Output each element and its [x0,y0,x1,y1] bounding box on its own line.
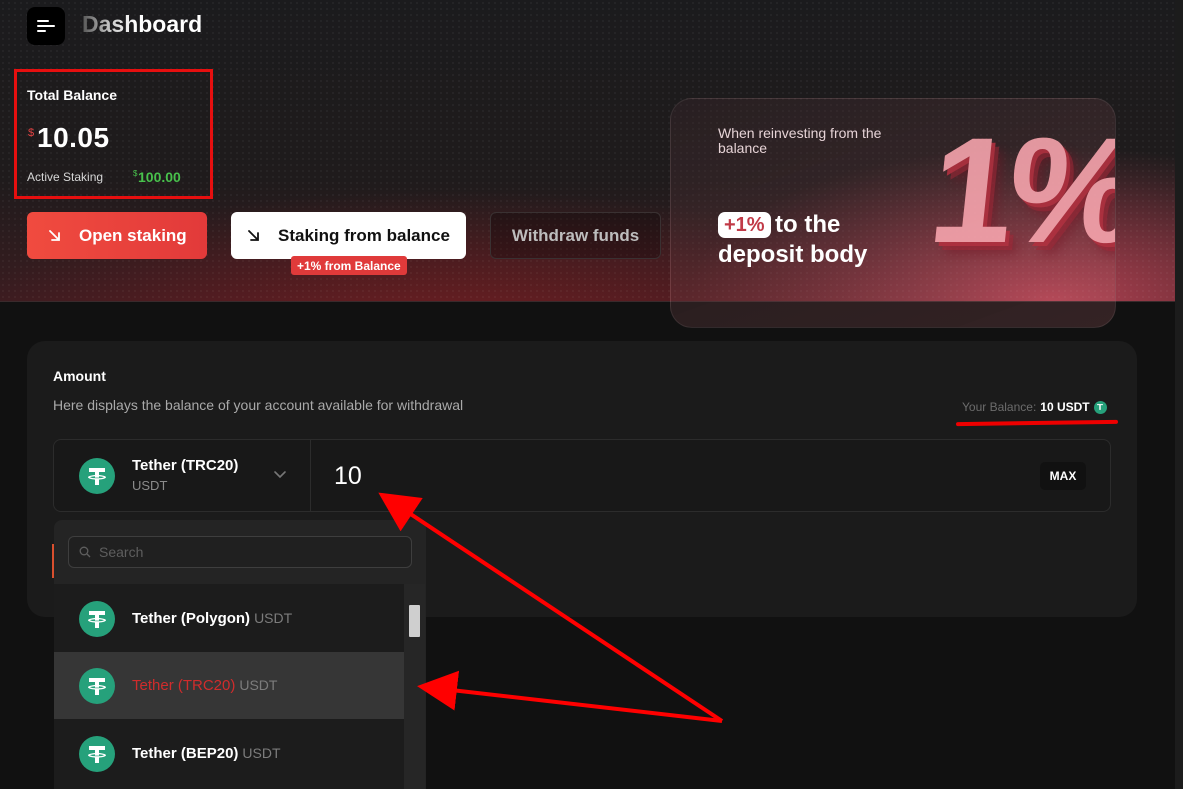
balance-currency-symbol: $ [28,127,35,139]
coin-option-name: Tether (TRC20) [132,677,236,694]
coin-option-name: Tether (Polygon) [132,610,251,627]
coin-option-polygon[interactable]: Tether (Polygon) USDT [54,585,404,652]
staking-from-balance-label: Staking from balance [278,225,450,245]
dropdown-scroll-thumb[interactable] [409,605,420,637]
chevron-down-icon[interactable] [273,469,287,479]
amount-description: Here displays the balance of your accoun… [53,397,464,413]
promo-big-figure: 1% [922,104,1115,277]
active-staking-currency: $ [133,169,138,178]
tether-icon [79,600,115,637]
tether-icon[interactable] [79,458,115,494]
open-staking-label: Open staking [79,225,187,245]
total-balance-card: Total Balance $ 10.05 Active Staking $ 1… [14,69,213,199]
search-icon [79,546,91,558]
page-scrollbar[interactable] [1175,0,1183,789]
tether-icon [1093,400,1107,414]
promo-small-text: When reinvesting from the balance [718,125,882,156]
amount-input[interactable] [334,458,634,494]
menu-button[interactable] [27,7,65,45]
menu-icon [37,20,55,32]
coin-option-symbol: USDT [242,745,281,761]
tether-icon [79,735,115,772]
promo-percent-pill: +1% [718,212,771,238]
annotation-arrow-to-option [417,670,723,723]
amount-title: Amount [53,368,106,384]
your-balance-label: Your Balance: [962,400,1037,414]
active-staking-value: 100.00 [138,169,181,185]
reinvest-promo-card: 1% When reinvesting from the balance +1%… [670,98,1116,328]
promo-headline-1: to the [775,211,841,238]
coin-option-symbol: USDT [239,677,278,693]
coin-option-name: Tether (BEP20) [132,745,239,762]
search-input[interactable] [99,544,379,560]
total-balance-value: 10.05 [37,122,110,153]
row-divider [310,440,311,511]
max-button[interactable]: MAX [1040,462,1086,490]
coin-option-trc20[interactable]: Tether (TRC20) USDT [54,652,404,719]
total-balance-label: Total Balance [27,87,117,103]
coin-option-symbol: USDT [254,610,293,626]
page-title: Dashboard [82,11,203,37]
tether-icon [79,667,115,704]
promo-headline-2: deposit body [718,241,868,268]
selected-coin-symbol[interactable]: USDT [132,478,167,493]
selected-coin-name[interactable]: Tether (TRC20) [132,457,238,474]
open-staking-button[interactable]: Open staking [27,212,207,259]
coin-option-bep20[interactable]: Tether (BEP20) USDT [54,720,404,787]
active-staking-label: Active Staking [27,170,104,184]
staking-from-balance-button[interactable]: Staking from balance [231,212,466,259]
coin-search[interactable] [68,536,412,568]
your-balance: Your Balance: 10 USDT [962,400,1107,414]
bonus-badge: +1% from Balance [291,256,407,275]
arrow-down-right-icon [248,229,259,241]
your-balance-value: 10 USDT [1040,400,1090,414]
arrow-down-right-icon [49,229,60,241]
withdraw-funds-button[interactable]: Withdraw funds [490,212,661,259]
